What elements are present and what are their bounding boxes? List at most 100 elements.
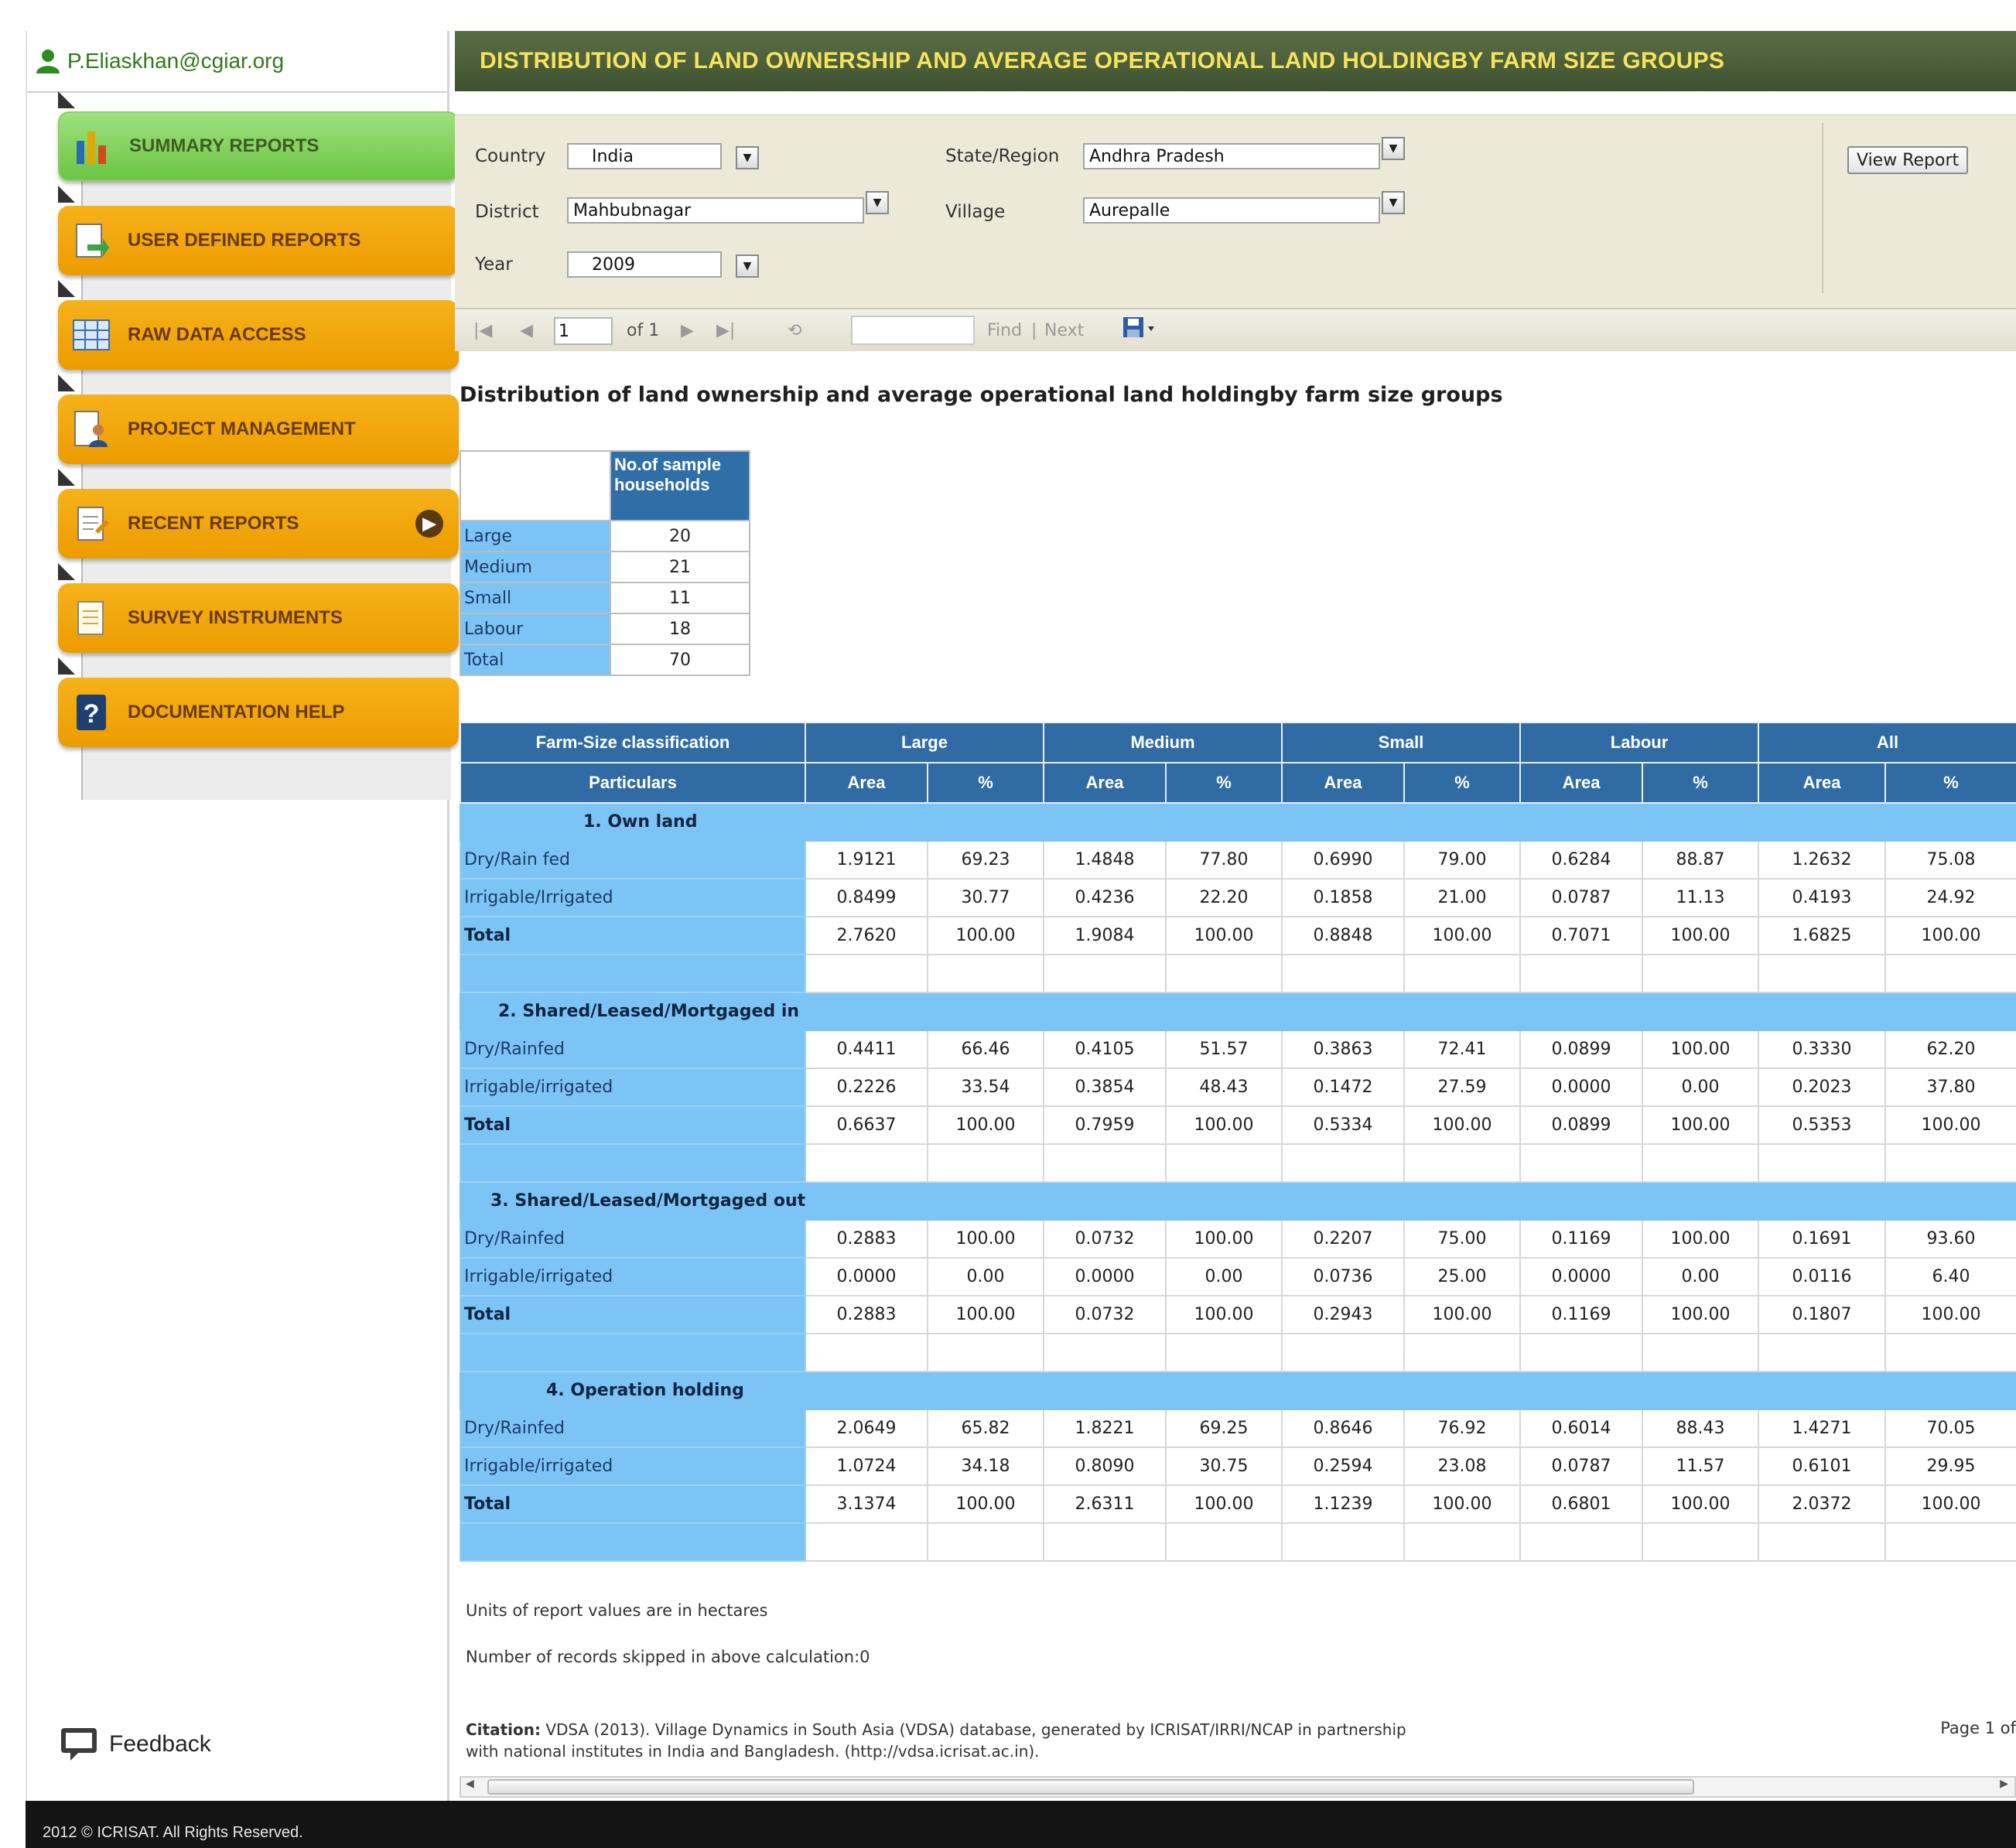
area-cell: 0.3854 (1043, 1067, 1167, 1107)
area-cell: 0.0732 (1043, 1295, 1167, 1334)
area-header: Area (1043, 762, 1167, 804)
menu-item-label: DOCUMENTATION HELP (128, 702, 345, 722)
year-select[interactable]: 2009 (567, 251, 722, 278)
user-bar: P.Eliaskhan@cgiar.org (27, 31, 447, 93)
percent-cell: 100.00 (1165, 1105, 1283, 1145)
classification-header: Farm-Size classification (460, 722, 806, 763)
find-link[interactable]: Find (987, 321, 1022, 340)
percent-cell: 100.00 (1642, 1030, 1760, 1069)
district-dropdown-icon[interactable]: ▼ (866, 191, 889, 214)
area-cell: 0.0732 (1043, 1219, 1167, 1259)
refresh-icon[interactable]: ⟲ (788, 321, 801, 340)
find-input[interactable] (851, 316, 975, 345)
empty-cell (805, 1522, 928, 1562)
percent-cell: 33.54 (926, 1067, 1045, 1107)
view-report-button[interactable]: View Report (1847, 146, 1969, 174)
percent-cell: 77.80 (1165, 840, 1283, 880)
export-save-icon[interactable] (1122, 316, 1156, 347)
particulars-header: Particulars (460, 762, 806, 804)
area-cell: 1.4848 (1043, 840, 1167, 880)
empty-cell (1758, 1333, 1887, 1372)
menu-item-project-management[interactable]: PROJECT MANAGEMENT (58, 395, 459, 464)
empty-cell (1642, 1333, 1760, 1372)
percent-cell: 100.00 (1642, 1484, 1760, 1524)
empty-cell (926, 954, 1045, 993)
table-row: Dry/Rain fed 1.9121 69.23 1.4848 77.80 0.6990… (460, 840, 2016, 880)
area-cell: 0.6284 (1519, 840, 1644, 880)
page-number-input[interactable]: 1 (554, 317, 613, 345)
menu-item-summary-reports[interactable]: SUMMARY REPORTS (58, 111, 459, 181)
empty-cell (1281, 954, 1406, 993)
copyright-text: 2012 © ICRISAT. All Rights Reserved. (43, 1824, 303, 1841)
households-header: No.of sample households (610, 450, 750, 521)
first-page-icon[interactable]: |◀ (473, 321, 492, 340)
area-cell: 0.2594 (1281, 1447, 1406, 1486)
area-cell: 1.2632 (1758, 840, 1887, 880)
previous-page-icon[interactable]: ◀ (520, 321, 533, 340)
area-cell: 2.0649 (805, 1409, 928, 1448)
percent-cell: 100.00 (1165, 1219, 1283, 1259)
menu-item-recent-reports[interactable]: RECENT REPORTS ▶ (58, 489, 459, 558)
scrollbar-thumb[interactable] (487, 1779, 1694, 1795)
citation-text: VDSA (2013). Village Dynamics in South A… (466, 1720, 1406, 1761)
percent-header: % (1165, 762, 1283, 804)
area-cell: 0.0000 (1519, 1067, 1644, 1107)
year-dropdown-icon[interactable]: ▼ (736, 254, 759, 278)
menu-notch-icon (58, 469, 75, 486)
group-header: Labour (1519, 722, 1760, 763)
row-label: Total (460, 1484, 806, 1524)
empty-cell (1642, 954, 1760, 993)
state-region-select[interactable]: Andhra Pradesh (1083, 143, 1380, 169)
area-cell: 0.2207 (1281, 1219, 1406, 1259)
area-cell: 0.1169 (1519, 1219, 1644, 1259)
main-panel: DISTRIBUTION OF LAND OWNERSHIP AND AVERA… (455, 31, 2016, 1801)
percent-cell: 100.00 (1165, 916, 1283, 955)
country-dropdown-icon[interactable]: ▼ (736, 146, 759, 169)
area-cell: 2.0372 (1758, 1484, 1887, 1524)
area-cell: 0.4411 (805, 1030, 928, 1069)
area-cell: 0.3330 (1758, 1030, 1887, 1069)
citation-label: Citation: (466, 1720, 541, 1739)
scroll-right-icon[interactable]: ▶ (2000, 1778, 2008, 1790)
percent-cell: 51.57 (1165, 1030, 1283, 1069)
state-region-dropdown-icon[interactable]: ▼ (1382, 137, 1405, 160)
row-label: Dry/Rainfed (460, 1219, 806, 1259)
user-email[interactable]: P.Eliaskhan@cgiar.org (67, 49, 284, 73)
percent-cell: 100.00 (926, 916, 1045, 955)
group-header: Large (804, 722, 1045, 763)
percent-cell: 93.60 (1884, 1219, 2016, 1259)
households-row: Large 20 (460, 520, 750, 552)
menu-item-survey-instruments[interactable]: SURVEY INSTRUMENTS (58, 583, 459, 653)
area-cell: 0.6101 (1758, 1447, 1887, 1486)
last-page-icon[interactable]: ▶| (716, 321, 735, 340)
menu-item-label: USER DEFINED REPORTS (128, 230, 361, 251)
village-select[interactable]: Aurepalle (1083, 197, 1380, 224)
empty-cell (1758, 954, 1887, 993)
menu-item-raw-data-access[interactable]: RAW DATA ACCESS (58, 300, 459, 370)
area-cell: 0.1858 (1281, 878, 1406, 917)
empty-cell (1884, 954, 2016, 993)
area-cell: 0.8090 (1043, 1447, 1167, 1486)
feedback-link[interactable]: Feedback (60, 1727, 211, 1762)
scroll-left-icon[interactable]: ◀ (466, 1778, 474, 1790)
percent-cell: 21.00 (1403, 878, 1522, 917)
menu-item-user-defined-reports[interactable]: USER DEFINED REPORTS (58, 206, 459, 275)
percent-cell: 30.75 (1165, 1447, 1283, 1486)
area-cell: 0.0736 (1281, 1257, 1406, 1296)
village-dropdown-icon[interactable]: ▼ (1382, 191, 1405, 214)
household-count: 70 (610, 644, 750, 676)
menu-item-documentation-help[interactable]: ? DOCUMENTATION HELP (58, 678, 459, 747)
percent-cell: 88.43 (1642, 1409, 1760, 1448)
expand-arrow-icon[interactable]: ▶ (415, 510, 443, 538)
percent-cell: 24.92 (1884, 878, 2016, 917)
percent-cell: 100.00 (926, 1105, 1045, 1145)
next-link[interactable]: Next (1044, 321, 1084, 340)
percent-cell: 66.46 (926, 1030, 1045, 1069)
district-select[interactable]: Mahbubnagar (567, 197, 864, 224)
horizontal-scrollbar[interactable]: ◀ ▶ (460, 1776, 2016, 1798)
next-page-icon[interactable]: ▶ (681, 321, 694, 340)
group-header: Medium (1043, 722, 1283, 763)
empty-cell (460, 954, 806, 993)
empty-cell (1884, 1333, 2016, 1372)
country-select[interactable]: India (567, 143, 722, 169)
